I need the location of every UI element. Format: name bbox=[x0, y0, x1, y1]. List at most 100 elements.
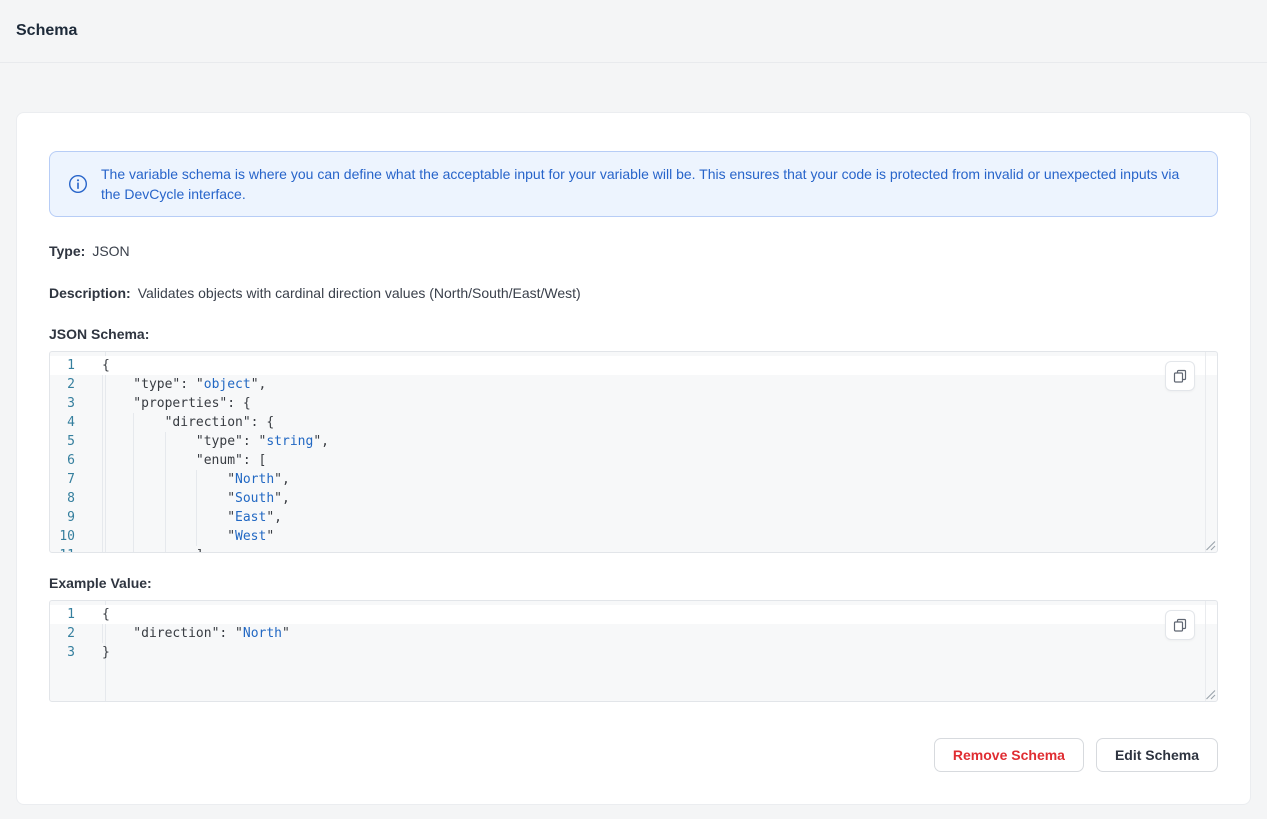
info-alert-text: The variable schema is where you can def… bbox=[101, 164, 1199, 204]
indent-guide bbox=[133, 413, 164, 432]
indent-guide bbox=[133, 508, 164, 527]
line-number: 1 bbox=[50, 605, 90, 624]
code-line: 8"South", bbox=[50, 489, 1217, 508]
resize-handle[interactable] bbox=[1205, 689, 1216, 700]
code-token: " bbox=[227, 491, 235, 506]
code-token: "properties": { bbox=[133, 396, 250, 411]
code-token-string: North bbox=[243, 626, 282, 641]
info-circle-icon bbox=[68, 174, 88, 194]
code-token: "direction": " bbox=[133, 626, 243, 641]
schema-page: Schema The variable schema is where you … bbox=[0, 0, 1267, 819]
code-token: ", bbox=[313, 434, 329, 449]
indent-guide bbox=[165, 470, 196, 489]
line-number: 1 bbox=[50, 356, 90, 375]
line-number: 2 bbox=[50, 624, 90, 643]
resize-handle[interactable] bbox=[1205, 540, 1216, 551]
indent-guide bbox=[102, 451, 133, 470]
code-token: ] bbox=[196, 548, 204, 553]
line-number: 3 bbox=[50, 643, 90, 662]
indent-guide bbox=[102, 624, 133, 643]
code-token-string: East bbox=[235, 510, 266, 525]
info-alert: The variable schema is where you can def… bbox=[49, 151, 1218, 217]
page-title: Schema bbox=[16, 22, 77, 40]
indent-guide bbox=[165, 451, 196, 470]
code-line: 11] bbox=[50, 546, 1217, 553]
line-number: 10 bbox=[50, 527, 90, 546]
copy-button[interactable] bbox=[1165, 610, 1195, 640]
description-label: Description: bbox=[49, 285, 131, 301]
resize-grip-icon bbox=[1205, 689, 1216, 700]
code-token: " bbox=[227, 529, 235, 544]
type-value: JSON bbox=[92, 243, 129, 259]
code-line: 4 "direction": { bbox=[50, 413, 1217, 432]
indent-guide bbox=[102, 394, 133, 413]
line-number: 8 bbox=[50, 489, 90, 508]
indent-guide bbox=[102, 527, 133, 546]
json-schema-editor[interactable]: 1{2"type": "object",3"properties": {4"di… bbox=[49, 351, 1218, 553]
indent-guide bbox=[165, 508, 196, 527]
code-token: { bbox=[102, 607, 110, 622]
indent-guide bbox=[165, 527, 196, 546]
indent-guide bbox=[165, 489, 196, 508]
indent-guide bbox=[165, 432, 196, 451]
code-token: " bbox=[266, 529, 274, 544]
line-number: 9 bbox=[50, 508, 90, 527]
line-number: 7 bbox=[50, 470, 90, 489]
page-body: The variable schema is where you can def… bbox=[0, 63, 1267, 819]
edit-schema-button[interactable]: Edit Schema bbox=[1096, 738, 1218, 772]
schema-actions: Remove Schema Edit Schema bbox=[49, 738, 1218, 772]
indent-guide bbox=[196, 527, 227, 546]
line-number: 4 bbox=[50, 413, 90, 432]
code-line: 9"East", bbox=[50, 508, 1217, 527]
code-line: 3"properties": { bbox=[50, 394, 1217, 413]
code-token: " bbox=[227, 472, 235, 487]
vertical-scrollbar[interactable] bbox=[1205, 352, 1217, 552]
schema-card: The variable schema is where you can def… bbox=[16, 112, 1251, 805]
code-token: { bbox=[102, 358, 110, 373]
indent-guide bbox=[165, 546, 196, 553]
code-token-string: object bbox=[204, 377, 251, 392]
json-schema-label: JSON Schema: bbox=[49, 326, 1218, 342]
code-line: 1{ bbox=[50, 605, 1217, 624]
json-schema-code-area: 1{2"type": "object",3"properties": {4"di… bbox=[50, 352, 1217, 553]
description-field: Description:Validates objects with cardi… bbox=[49, 284, 1218, 302]
code-token-string: North bbox=[235, 472, 274, 487]
code-line: 2"type": "object", bbox=[50, 375, 1217, 394]
indent-guide bbox=[102, 413, 133, 432]
code-token: " bbox=[282, 626, 290, 641]
indent-guide bbox=[133, 546, 164, 553]
code-token: ", bbox=[266, 510, 282, 525]
copy-button[interactable] bbox=[1165, 361, 1195, 391]
copy-icon bbox=[1172, 368, 1188, 384]
indent-guide bbox=[133, 527, 164, 546]
example-value-code-area: 1{2"direction": "North"3} bbox=[50, 601, 1217, 662]
indent-guide bbox=[102, 546, 133, 553]
vertical-scrollbar[interactable] bbox=[1205, 601, 1217, 701]
indent-guide bbox=[102, 470, 133, 489]
line-number: 6 bbox=[50, 451, 90, 470]
indent-guide bbox=[196, 489, 227, 508]
code-line: 5 "type": "string", bbox=[50, 432, 1217, 451]
indent-guide bbox=[102, 508, 133, 527]
type-field: Type:JSON bbox=[49, 242, 1218, 260]
remove-schema-button[interactable]: Remove Schema bbox=[934, 738, 1084, 772]
code-line: 6 "enum": [ bbox=[50, 451, 1217, 470]
code-line: 1{ bbox=[50, 356, 1217, 375]
indent-guide bbox=[102, 432, 133, 451]
line-number: 11 bbox=[50, 546, 90, 553]
indent-guide bbox=[133, 470, 164, 489]
indent-guide bbox=[133, 489, 164, 508]
code-token: "direction": { bbox=[165, 415, 275, 430]
line-number: 5 bbox=[50, 432, 90, 451]
code-token-string: string bbox=[266, 434, 313, 449]
code-token: "type": " bbox=[196, 434, 266, 449]
code-token: "type": " bbox=[133, 377, 203, 392]
code-line: 7"North", bbox=[50, 470, 1217, 489]
code-line: 10"West" bbox=[50, 527, 1217, 546]
code-token: } bbox=[102, 645, 110, 660]
code-token: "enum": [ bbox=[196, 453, 266, 468]
indent-guide bbox=[133, 432, 164, 451]
indent-guide bbox=[102, 489, 133, 508]
indent-guide bbox=[196, 508, 227, 527]
example-value-editor[interactable]: 1{2"direction": "North"3} bbox=[49, 600, 1218, 702]
